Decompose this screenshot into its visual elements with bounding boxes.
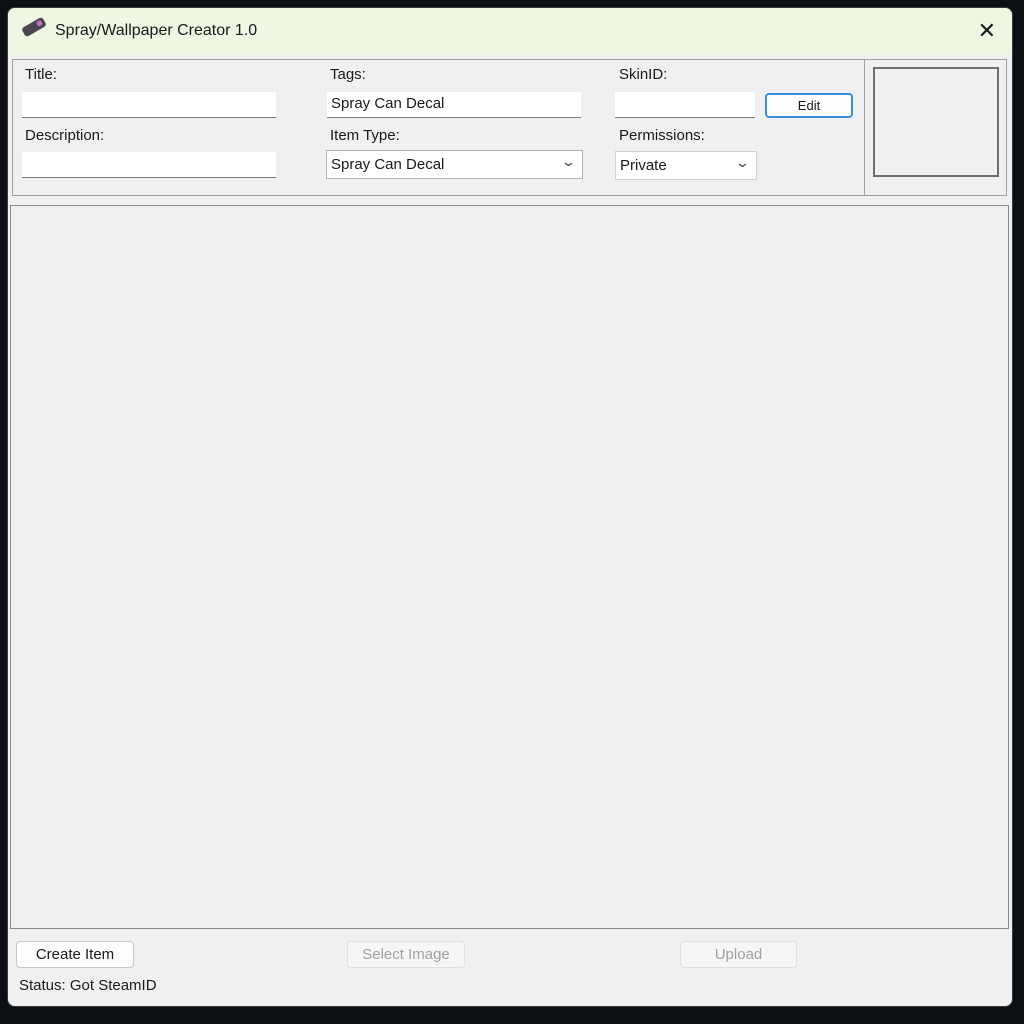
permissions-value: Private xyxy=(620,157,667,174)
chevron-down-icon: ⌄ xyxy=(560,154,577,169)
permissions-select[interactable]: Private ⌄ xyxy=(615,151,757,180)
create-item-button[interactable]: Create Item xyxy=(16,941,134,968)
title-input[interactable] xyxy=(22,92,276,118)
status-text: Status: Got SteamID xyxy=(19,977,157,994)
select-image-button[interactable]: Select Image xyxy=(347,941,465,968)
skinid-input[interactable] xyxy=(615,92,755,118)
description-label: Description: xyxy=(25,127,105,144)
spray-can-icon xyxy=(21,16,47,38)
title-bar: Spray/Wallpaper Creator 1.0 ✕ xyxy=(8,8,1012,55)
item-type-value: Spray Can Decal xyxy=(331,156,445,173)
app-window: Spray/Wallpaper Creator 1.0 ✕ Title: Des… xyxy=(7,7,1013,1007)
description-input[interactable] xyxy=(22,152,276,178)
title-label: Title: xyxy=(25,66,57,83)
tags-label: Tags: xyxy=(330,66,366,83)
preview-image-box xyxy=(873,67,999,177)
chevron-down-icon: ⌄ xyxy=(734,155,751,170)
close-icon[interactable]: ✕ xyxy=(978,18,996,44)
edit-button[interactable]: Edit xyxy=(765,93,853,118)
upload-button[interactable]: Upload xyxy=(680,941,797,968)
permissions-label: Permissions: xyxy=(619,127,705,144)
skinid-label: SkinID: xyxy=(619,66,668,83)
tags-input[interactable]: Spray Can Decal xyxy=(327,92,581,118)
item-type-select[interactable]: Spray Can Decal ⌄ xyxy=(326,150,583,179)
item-type-label: Item Type: xyxy=(330,127,400,144)
image-canvas xyxy=(10,205,1009,929)
window-title: Spray/Wallpaper Creator 1.0 xyxy=(55,22,258,39)
